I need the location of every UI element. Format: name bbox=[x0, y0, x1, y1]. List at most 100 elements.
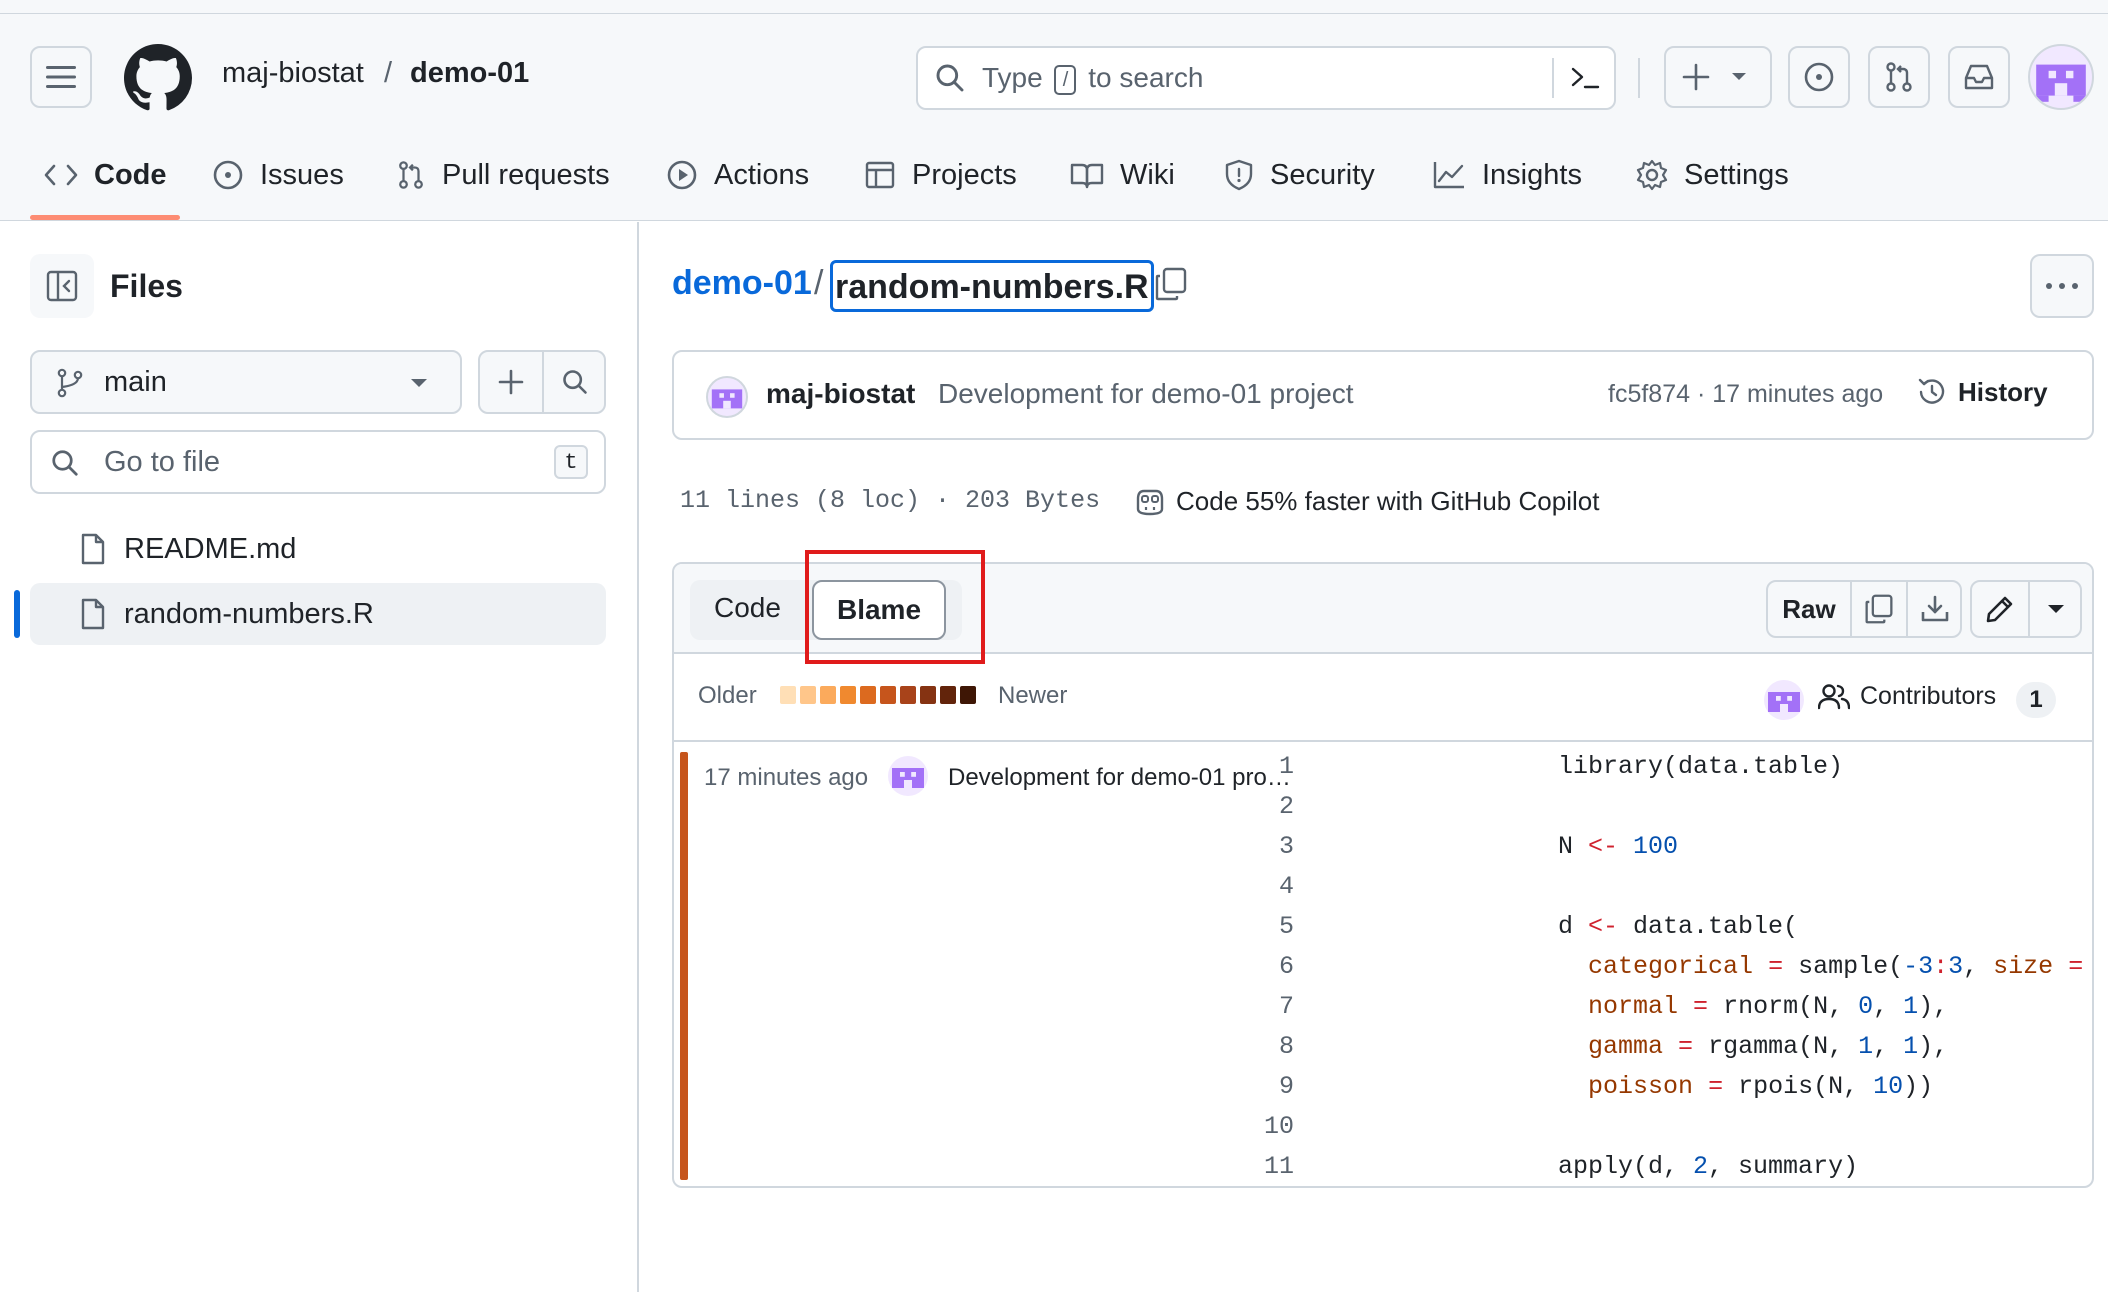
code-line: apply(d, 2, summary) bbox=[1558, 1152, 1858, 1181]
contributors-count: 1 bbox=[2016, 682, 2056, 718]
line-number[interactable]: 1 bbox=[1194, 752, 1294, 781]
code-token: = bbox=[1678, 1032, 1694, 1061]
tab-issues-label: Issues bbox=[260, 158, 344, 191]
tab-actions-label: Actions bbox=[714, 158, 810, 191]
inbox-icon bbox=[1964, 64, 1994, 90]
tab-issues[interactable]: Issues bbox=[212, 152, 344, 198]
line-number[interactable]: 10 bbox=[1194, 1112, 1294, 1141]
code-token: = bbox=[1768, 952, 1784, 981]
line-number[interactable]: 2 bbox=[1194, 792, 1294, 821]
github-logo-icon[interactable] bbox=[124, 44, 192, 112]
plus-icon bbox=[498, 369, 524, 395]
go-to-file-placeholder: Go to file bbox=[104, 446, 221, 478]
search-shortcut-key: / bbox=[1054, 64, 1077, 95]
tab-settings[interactable]: Settings bbox=[1636, 152, 1789, 198]
command-palette-icon[interactable] bbox=[1570, 64, 1600, 92]
files-panel-title: Files bbox=[110, 268, 183, 304]
code-token: 2 bbox=[1693, 1152, 1709, 1181]
copy-path-button[interactable] bbox=[1154, 266, 1188, 302]
go-to-file-input[interactable]: Go to file t bbox=[30, 430, 606, 494]
search-files-button[interactable] bbox=[544, 352, 606, 412]
blame-author-avatar[interactable] bbox=[888, 756, 928, 796]
repo-path-separator: / bbox=[384, 57, 393, 89]
add-file-button[interactable] bbox=[480, 352, 542, 412]
contributors-button[interactable]: Contributors bbox=[1818, 682, 1996, 711]
commit-sha-time[interactable]: fc5f874 · 17 minutes ago bbox=[1608, 380, 1883, 409]
commit-message[interactable]: Development for demo-01 project bbox=[938, 378, 1354, 410]
file-tree-item-label: random-numbers.R bbox=[124, 597, 374, 630]
tab-pull-requests[interactable]: Pull requests bbox=[396, 152, 610, 198]
line-number[interactable]: 4 bbox=[1194, 872, 1294, 901]
tab-security[interactable]: Security bbox=[1224, 152, 1375, 198]
history-icon bbox=[1918, 378, 1945, 404]
code-line: gamma = rgamma(N, 1, 1), bbox=[1558, 1032, 1948, 1061]
branch-selector[interactable]: main bbox=[30, 350, 462, 414]
selected-file-indicator bbox=[14, 590, 20, 638]
commit-author[interactable]: maj-biostat bbox=[766, 378, 915, 410]
play-icon bbox=[667, 160, 697, 190]
tab-wiki[interactable]: Wiki bbox=[1070, 152, 1175, 198]
repo-name-link[interactable]: demo-01 bbox=[410, 57, 529, 90]
active-tab-underline bbox=[30, 215, 180, 220]
blame-age-legend: Older Newer Contributors 1 bbox=[674, 654, 2092, 742]
file-tree-item-random-numbers[interactable]: random-numbers.R bbox=[30, 583, 606, 645]
breadcrumb-repo-link[interactable]: demo-01 bbox=[672, 264, 812, 303]
copilot-promo-link[interactable]: Code 55% faster with GitHub Copilot bbox=[1134, 486, 1599, 517]
code-line: library(data.table) bbox=[1558, 752, 1843, 781]
code-token: = bbox=[1693, 992, 1709, 1021]
branch-name: main bbox=[104, 366, 167, 398]
code-token: rgamma(N, bbox=[1693, 1032, 1859, 1061]
file-tree-item-readme[interactable]: README.md bbox=[30, 518, 606, 580]
line-number[interactable]: 11 bbox=[1194, 1152, 1294, 1181]
sidebar-border bbox=[637, 222, 639, 1292]
history-button[interactable]: History bbox=[1916, 376, 2048, 408]
annotation-highlight-box bbox=[805, 550, 985, 664]
pull-requests-button[interactable] bbox=[1868, 46, 1930, 108]
tab-actions[interactable]: Actions bbox=[666, 152, 809, 198]
code-token: <- bbox=[1588, 912, 1619, 941]
line-number[interactable]: 5 bbox=[1194, 912, 1294, 941]
contributor-avatar[interactable] bbox=[1764, 680, 1804, 720]
pull-request-icon bbox=[399, 161, 423, 189]
issues-button[interactable] bbox=[1788, 46, 1850, 108]
tab-code[interactable]: Code bbox=[44, 152, 167, 198]
line-number[interactable]: 8 bbox=[1194, 1032, 1294, 1061]
edit-options-dropdown[interactable] bbox=[2030, 582, 2082, 636]
create-new-button[interactable] bbox=[1664, 46, 1772, 108]
contributors-label: Contributors bbox=[1860, 682, 1997, 710]
tab-insights[interactable]: Insights bbox=[1432, 152, 1582, 198]
line-number[interactable]: 9 bbox=[1194, 1072, 1294, 1101]
repo-owner-link[interactable]: maj-biostat bbox=[222, 57, 364, 90]
edit-file-button[interactable] bbox=[1972, 582, 2028, 636]
code-token: 1 bbox=[1903, 992, 1919, 1021]
collapse-sidebar-button[interactable] bbox=[30, 254, 94, 318]
tab-projects[interactable]: Projects bbox=[864, 152, 1017, 198]
line-number[interactable]: 7 bbox=[1194, 992, 1294, 1021]
menu-button[interactable] bbox=[30, 46, 92, 108]
graph-icon bbox=[1433, 162, 1464, 189]
code-view-button[interactable]: Code bbox=[714, 592, 781, 624]
inbox-button[interactable] bbox=[1948, 46, 2010, 108]
code-token: 1 bbox=[1858, 1032, 1874, 1061]
code-line: N <- 100 bbox=[1558, 832, 1678, 861]
user-avatar[interactable] bbox=[2028, 44, 2094, 110]
go-to-file-shortcut: t bbox=[554, 445, 588, 479]
line-number[interactable]: 3 bbox=[1194, 832, 1294, 861]
raw-button[interactable]: Raw bbox=[1768, 582, 1850, 636]
breadcrumb-separator: / bbox=[814, 264, 824, 302]
code-token: , bbox=[1963, 952, 1994, 981]
download-button[interactable] bbox=[1908, 582, 1962, 636]
line-number[interactable]: 6 bbox=[1194, 952, 1294, 981]
code-token: ), bbox=[1918, 1032, 1949, 1061]
search-input[interactable]: Type / to search bbox=[916, 46, 1616, 110]
more-options-button[interactable] bbox=[2030, 254, 2094, 318]
copy-raw-button[interactable] bbox=[1852, 582, 1906, 636]
code-icon bbox=[44, 164, 78, 186]
commit-author-avatar[interactable] bbox=[706, 376, 748, 418]
